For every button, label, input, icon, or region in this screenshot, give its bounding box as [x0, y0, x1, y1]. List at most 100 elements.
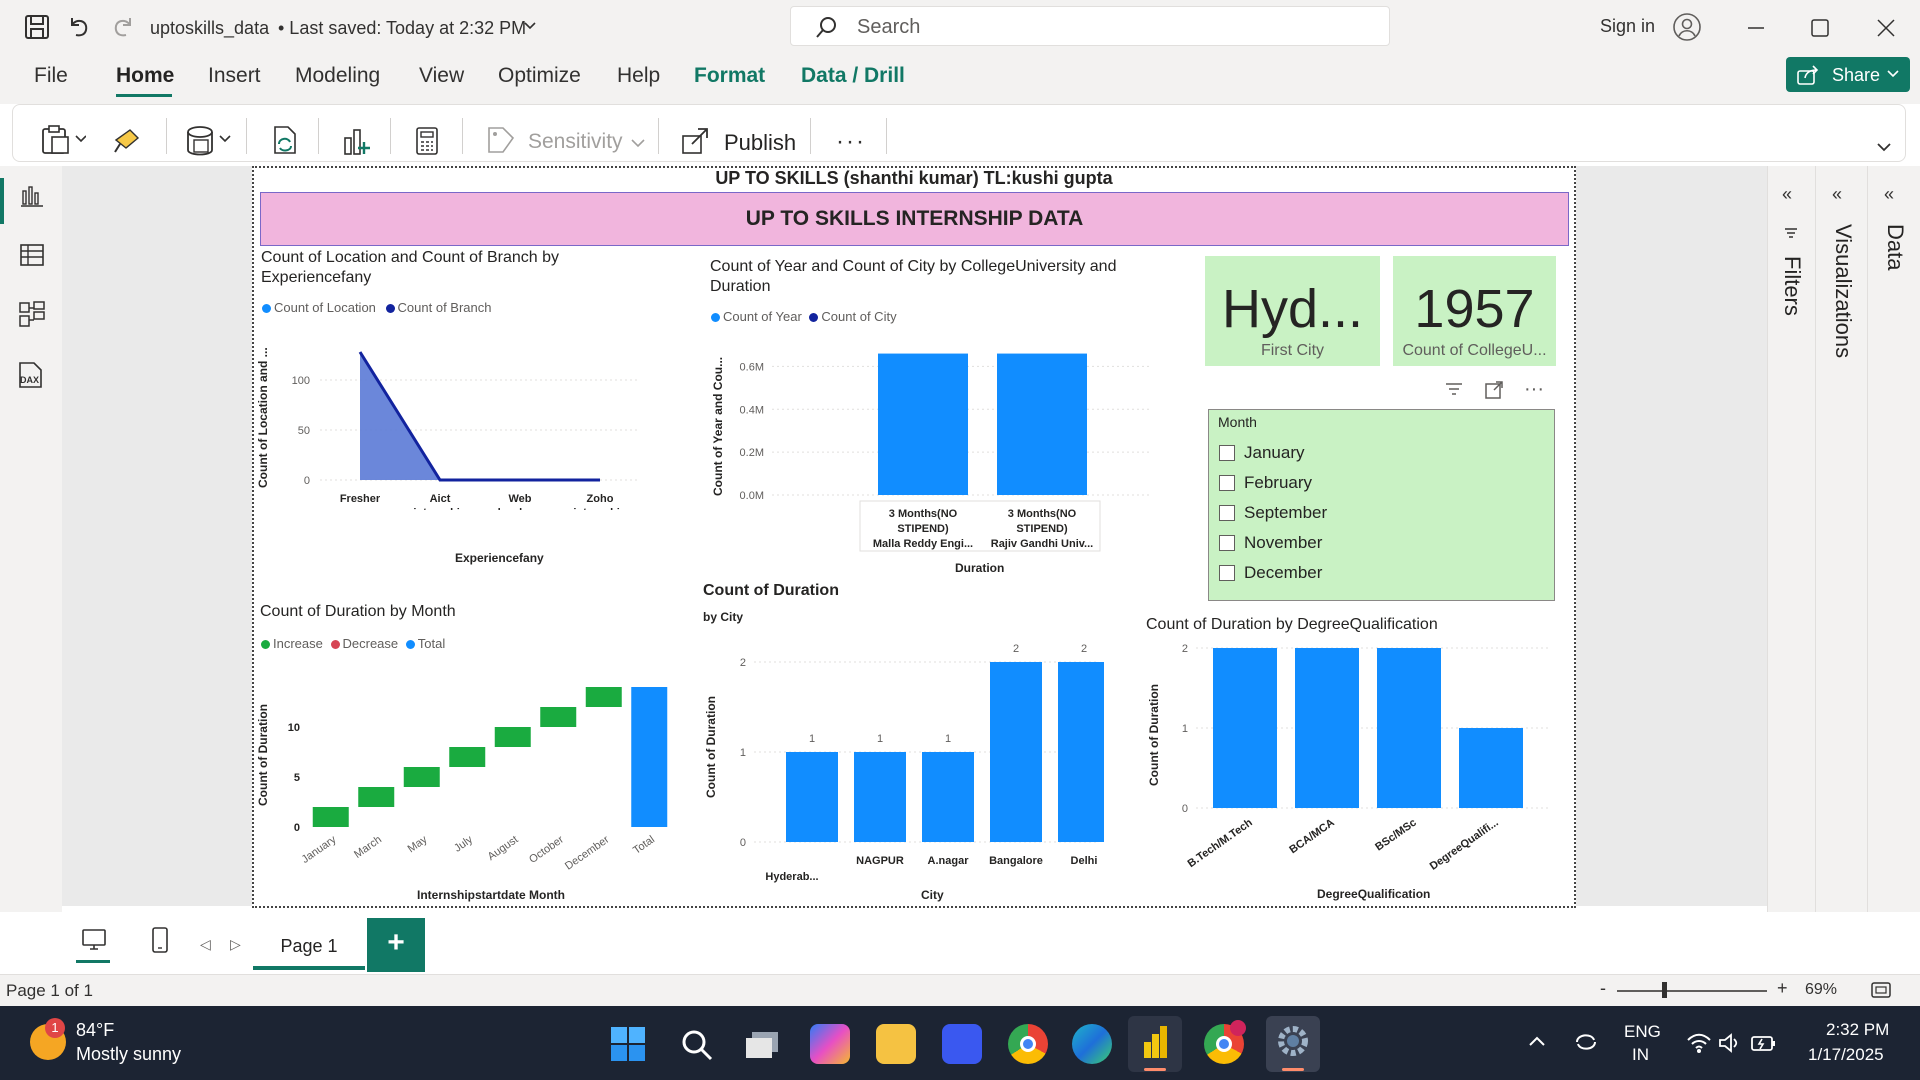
weather-temp[interactable]: 84°F [76, 1020, 114, 1041]
zoom-slider[interactable] [1617, 990, 1767, 992]
language-code[interactable]: ENG [1624, 1022, 1661, 1042]
wifi-icon[interactable] [1686, 1032, 1712, 1054]
app-icon[interactable] [942, 1024, 982, 1064]
area-fill[interactable] [360, 352, 600, 480]
maximize-icon[interactable] [1810, 18, 1830, 38]
page-tab-1[interactable]: Page 1 [253, 918, 365, 970]
legend-item[interactable]: Total [405, 636, 445, 651]
legend-item[interactable]: Count of City [809, 309, 897, 324]
undo-icon[interactable] [66, 14, 92, 40]
calculator-icon[interactable] [414, 126, 440, 156]
language-region[interactable]: IN [1632, 1045, 1649, 1065]
kpi-card-count-college[interactable]: 1957 Count of CollegeU... [1393, 256, 1556, 366]
volume-icon[interactable] [1718, 1032, 1742, 1054]
fit-to-page-icon[interactable] [1870, 981, 1892, 999]
zoom-slider-thumb[interactable] [1662, 982, 1667, 998]
mobile-layout-icon[interactable] [150, 926, 170, 954]
table-view-icon[interactable] [18, 242, 46, 268]
format-painter-icon[interactable] [112, 126, 142, 154]
menu-view[interactable]: View [419, 64, 464, 88]
bar[interactable] [786, 752, 838, 842]
avatar-icon[interactable] [1672, 12, 1702, 42]
sensitivity-icon[interactable] [486, 125, 516, 155]
increase-bar[interactable] [540, 707, 577, 727]
zoom-in-button[interactable]: + [1777, 978, 1788, 999]
checkbox[interactable] [1219, 445, 1235, 461]
legend-item[interactable]: Count of Year [711, 309, 802, 324]
bar[interactable] [854, 752, 906, 842]
publish-label[interactable]: Publish [724, 130, 796, 156]
slicer-item[interactable]: February [1219, 468, 1327, 498]
sync-icon[interactable] [1572, 1028, 1600, 1056]
increase-bar[interactable] [358, 787, 395, 807]
total-bar[interactable] [631, 687, 668, 827]
legend-item[interactable]: Decrease [330, 636, 398, 651]
city-bar-chart[interactable]: 0 1 2 1 Hyderab... 1 NAGPUR 1 A.nagar 2 Bangalore 2… [724, 635, 1104, 885]
menu-insert[interactable]: Insert [208, 64, 261, 88]
next-page-icon[interactable]: ▷ [230, 936, 241, 953]
dax-query-icon[interactable]: DAX [15, 360, 45, 390]
legend-item[interactable]: Count of Branch [385, 300, 491, 315]
bar[interactable] [1377, 648, 1441, 808]
bar[interactable] [1459, 728, 1523, 808]
bar[interactable] [1295, 648, 1359, 808]
month-slicer[interactable]: Month January February September Novembe… [1208, 409, 1555, 601]
increase-bar[interactable] [312, 807, 349, 827]
increase-bar[interactable] [449, 747, 486, 767]
sign-in-link[interactable]: Sign in [1600, 16, 1655, 37]
waterfall-chart[interactable]: 0 5 10 January March May July August OctoberDece… [278, 655, 688, 875]
get-data-icon[interactable] [184, 124, 234, 156]
weather-desc[interactable]: Mostly sunny [76, 1044, 181, 1065]
start-icon[interactable] [610, 1026, 646, 1062]
bar[interactable] [990, 662, 1042, 842]
redo-icon[interactable] [110, 14, 136, 40]
sensitivity-label[interactable]: Sensitivity [528, 130, 623, 154]
data-pane[interactable]: « Data [1867, 166, 1920, 972]
chevron-down-icon[interactable] [630, 136, 646, 150]
more-options-icon[interactable]: ··· [1524, 378, 1544, 401]
slicer-item[interactable]: January [1219, 438, 1327, 468]
increase-bar[interactable] [585, 687, 622, 707]
slicer-item[interactable]: November [1219, 528, 1327, 558]
college-bar-chart[interactable]: 0.0M 0.2M 0.4M 0.6M 3 Months(NO STIPEND) Malla… [730, 340, 1170, 560]
checkbox[interactable] [1219, 475, 1235, 491]
file-name[interactable]: uptoskills_data [150, 18, 269, 39]
prev-page-icon[interactable]: ◁ [200, 936, 211, 953]
model-view-icon[interactable] [18, 300, 46, 328]
area-chart[interactable]: 0 50 100 Fresher Aictinternship Webdeveloperi… [280, 330, 690, 510]
bar[interactable] [997, 353, 1087, 495]
chevron-up-icon[interactable] [1528, 1034, 1546, 1048]
edge-icon[interactable] [1072, 1024, 1112, 1064]
increase-bar[interactable] [403, 767, 440, 787]
bar[interactable] [922, 752, 974, 842]
ribbon-collapse-icon[interactable] [1876, 140, 1892, 154]
filters-pane[interactable]: « Filters [1767, 166, 1815, 972]
publish-icon[interactable] [680, 124, 712, 156]
degree-bar-chart[interactable]: 0 1 2 B.Tech/M.Tech BCA/MCA BSc/MSc DegreeQual… [1166, 640, 1566, 880]
menu-modeling[interactable]: Modeling [295, 64, 380, 88]
menu-format[interactable]: Format [694, 64, 765, 88]
kpi-card-first-city[interactable]: Hyd... First City [1205, 256, 1380, 366]
zoom-level[interactable]: 69% [1805, 981, 1837, 999]
checkbox[interactable] [1219, 565, 1235, 581]
chrome-icon[interactable] [1008, 1024, 1048, 1064]
chrome-profile-icon[interactable] [1204, 1020, 1246, 1064]
task-view-icon[interactable] [744, 1030, 780, 1060]
menu-file[interactable]: File [34, 64, 68, 88]
expand-icon[interactable]: « [1884, 184, 1894, 205]
bar[interactable] [1058, 662, 1104, 842]
expand-icon[interactable]: « [1832, 184, 1842, 205]
add-page-button[interactable]: + [367, 918, 425, 972]
menu-optimize[interactable]: Optimize [498, 64, 581, 88]
slicer-item[interactable]: December [1219, 558, 1327, 588]
focus-mode-icon[interactable] [1484, 380, 1504, 400]
bar[interactable] [1213, 648, 1277, 808]
checkbox[interactable] [1219, 505, 1235, 521]
paste-icon[interactable] [40, 124, 86, 156]
close-icon[interactable] [1876, 18, 1896, 38]
search-icon[interactable] [680, 1028, 714, 1062]
menu-data-drill[interactable]: Data / Drill [801, 64, 905, 88]
power-bi-taskbar-button[interactable] [1128, 1016, 1182, 1072]
clock-date[interactable]: 1/17/2025 [1808, 1045, 1884, 1065]
clock-time[interactable]: 2:32 PM [1826, 1020, 1889, 1040]
